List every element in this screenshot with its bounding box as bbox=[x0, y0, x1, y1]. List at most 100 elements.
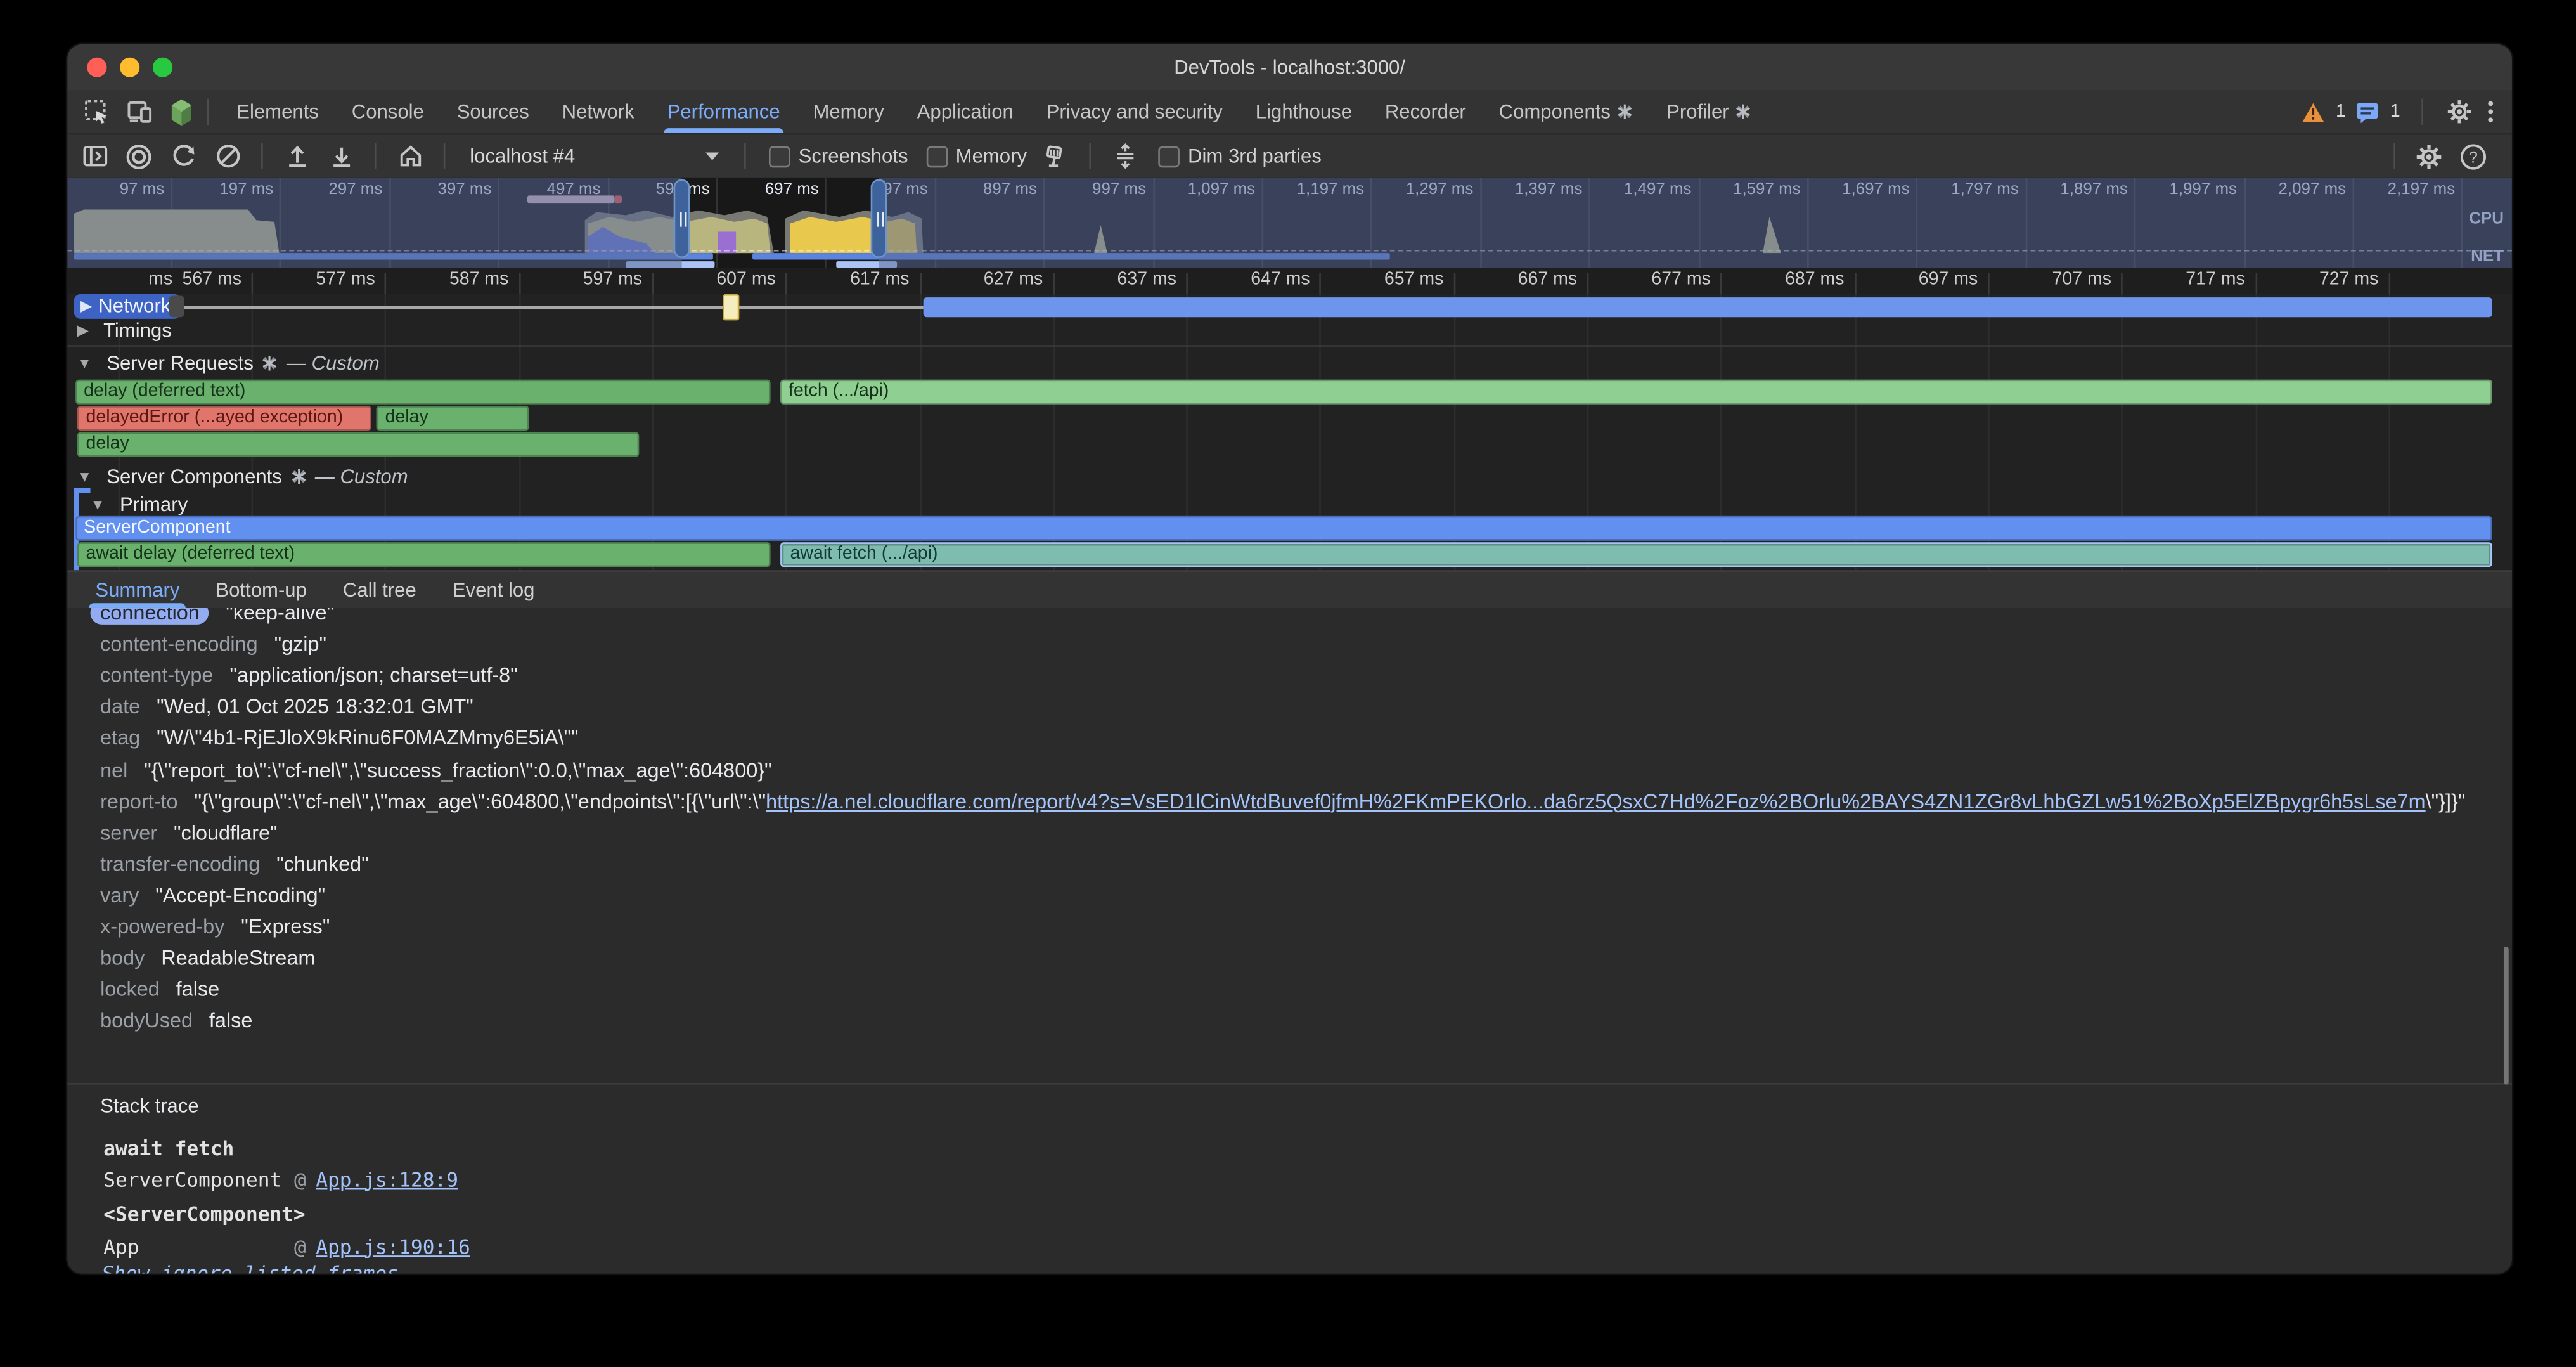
settings-gear-icon[interactable] bbox=[2445, 98, 2473, 126]
tab-recorder[interactable]: Recorder bbox=[1368, 91, 1483, 133]
header-key: server bbox=[100, 821, 157, 844]
save-profile-icon[interactable] bbox=[327, 142, 355, 170]
header-key: connection bbox=[91, 608, 210, 625]
track-drag-handle[interactable] bbox=[169, 296, 184, 318]
record-and-reload-icon[interactable] bbox=[169, 142, 197, 170]
divider bbox=[2421, 99, 2423, 125]
details-tab-event-log[interactable]: Event log bbox=[434, 572, 553, 608]
ruler-tick-label: 627 ms bbox=[948, 269, 1043, 289]
tab-components[interactable]: Components bbox=[1483, 91, 1650, 133]
dim-3rd-parties-checkbox[interactable] bbox=[1158, 145, 1180, 167]
toggle-sidebar-icon[interactable] bbox=[80, 142, 108, 170]
timeline-bar[interactable]: fetch (.../api) bbox=[780, 380, 2492, 405]
ruler-tick-label: 617 ms bbox=[814, 269, 909, 289]
memory-checkbox[interactable] bbox=[926, 145, 948, 167]
timeline-bar[interactable]: delay bbox=[78, 432, 639, 457]
collapse-tracks-icon[interactable] bbox=[1111, 142, 1138, 170]
timeline-bar-label: await fetch (.../api) bbox=[790, 544, 938, 564]
track-header-server-components[interactable]: ▼Server Components— Custom bbox=[77, 465, 408, 488]
tab-sources[interactable]: Sources bbox=[441, 91, 546, 133]
header-value: "chunked" bbox=[276, 853, 369, 876]
group-header-primary[interactable]: ▼Primary bbox=[91, 493, 188, 516]
overview-left-handle[interactable] bbox=[674, 179, 690, 258]
screenshots-checkbox[interactable] bbox=[769, 145, 790, 167]
custom-suffix: — Custom bbox=[315, 465, 408, 488]
collect-garbage-icon[interactable] bbox=[1041, 142, 1069, 170]
clear-icon[interactable] bbox=[214, 142, 242, 170]
tab-profiler[interactable]: Profiler bbox=[1650, 91, 1768, 133]
header-key: x-powered-by bbox=[100, 916, 224, 938]
issues-icon[interactable] bbox=[2355, 98, 2380, 126]
net-lane-label: NET bbox=[2471, 248, 2504, 266]
divider bbox=[261, 143, 263, 169]
details-tab-label: Bottom-up bbox=[216, 578, 306, 601]
network-request-bar[interactable] bbox=[923, 297, 2492, 317]
tab-elements[interactable]: Elements bbox=[220, 91, 335, 133]
home-icon[interactable] bbox=[396, 142, 424, 170]
stack-frame: ServerComponent@App.js:128:9 bbox=[103, 1163, 458, 1195]
header-value: false bbox=[209, 1009, 252, 1032]
details-tab-summary[interactable]: Summary bbox=[77, 572, 198, 608]
timeline-bar-label: fetch (.../api) bbox=[789, 381, 889, 401]
tab-label: Recorder bbox=[1385, 100, 1466, 123]
timeline-bar[interactable]: delay bbox=[377, 406, 529, 431]
tab-performance[interactable]: Performance bbox=[651, 91, 797, 133]
timeline-bar[interactable]: await delay (deferred text) bbox=[78, 542, 771, 567]
header-key: content-encoding bbox=[100, 633, 258, 656]
details-tab-call-tree[interactable]: Call tree bbox=[325, 572, 434, 608]
cpu-lane-label: CPU bbox=[2469, 211, 2504, 229]
disclosure-triangle-icon: ▼ bbox=[91, 496, 105, 513]
timeline-tracks[interactable]: ▶Network▶Timings ▼Server Requests— Custom… bbox=[67, 294, 2512, 570]
tab-lighthouse[interactable]: Lighthouse bbox=[1239, 91, 1368, 133]
header-row: vary"Accept-Encoding" bbox=[100, 880, 2463, 911]
history-select-value: localhost #4 bbox=[470, 145, 575, 167]
kebab-menu-icon[interactable] bbox=[2482, 98, 2499, 126]
details-tab-bottom-up[interactable]: Bottom-up bbox=[198, 572, 325, 608]
tab-label: Console bbox=[352, 100, 424, 123]
help-icon[interactable]: ? bbox=[2459, 142, 2487, 170]
tab-application[interactable]: Application bbox=[901, 91, 1030, 133]
header-key: locked bbox=[100, 978, 160, 1001]
panel-tabs: Elements Console SourcesNetworkPerformance… bbox=[220, 91, 1768, 133]
overview-right-handle[interactable] bbox=[871, 179, 887, 258]
history-select[interactable]: localhost #4 bbox=[463, 141, 726, 171]
summary-scrollbar-thumb[interactable] bbox=[2504, 947, 2509, 1085]
timeline-bar[interactable]: delay (deferred text) bbox=[75, 380, 771, 405]
ruler-tick-label: 597 ms bbox=[547, 269, 642, 289]
load-profile-icon[interactable] bbox=[283, 142, 311, 170]
warnings-count: 1 bbox=[2336, 102, 2346, 122]
network-request-marker[interactable] bbox=[723, 294, 738, 320]
stack-frame-title: await fetch bbox=[103, 1136, 234, 1159]
tab-console[interactable]: Console bbox=[335, 91, 441, 133]
track-header-network[interactable]: ▶Network bbox=[74, 294, 181, 319]
timeline-overview[interactable]: 97 ms197 ms297 ms397 ms497 ms597 ms697 m… bbox=[67, 178, 2512, 268]
tab-network[interactable]: Network bbox=[546, 91, 651, 133]
svg-text:?: ? bbox=[2469, 148, 2478, 165]
stack-frame-location-link[interactable]: App.js:128:9 bbox=[316, 1168, 458, 1191]
track-header-timings[interactable]: ▶Timings bbox=[77, 319, 172, 342]
record-icon[interactable] bbox=[125, 142, 153, 170]
ruler-tick bbox=[1187, 273, 1188, 294]
header-value: "gzip" bbox=[274, 633, 326, 656]
header-value: "cloudflare" bbox=[174, 821, 277, 844]
timeline-bar-label: delay bbox=[385, 408, 428, 427]
ruler-tick-label: 637 ms bbox=[1081, 269, 1176, 289]
inspect-element-icon[interactable] bbox=[82, 98, 110, 126]
timeline-bar[interactable]: ServerComponent bbox=[75, 516, 2492, 541]
tab-privacy-and-security[interactable]: Privacy and security bbox=[1030, 91, 1239, 133]
details-tab-label: Call tree bbox=[343, 578, 416, 601]
tab-label: Privacy and security bbox=[1046, 100, 1223, 123]
timeline-bar[interactable]: await fetch (.../api) bbox=[780, 542, 2492, 567]
tab-memory[interactable]: Memory bbox=[797, 91, 901, 133]
header-value-pre: "{\"group\":\"cf-nel\",\"max_age\":60480… bbox=[194, 790, 766, 813]
header-row: bodyUsedfalse bbox=[100, 1006, 2463, 1037]
timeline-bar[interactable]: delayedError (...ayed exception) bbox=[78, 406, 372, 431]
stack-frame-location-link[interactable]: App.js:190:16 bbox=[316, 1235, 470, 1258]
toggle-device-toolbar-icon[interactable] bbox=[125, 98, 153, 126]
capture-settings-gear-icon[interactable] bbox=[2415, 142, 2443, 170]
header-value: "{\"group\":\"cf-nel\",\"max_age\":60480… bbox=[194, 790, 2465, 813]
track-header-server-requests[interactable]: ▼Server Requests— Custom bbox=[77, 352, 380, 375]
warnings-icon[interactable] bbox=[2302, 98, 2326, 126]
show-ignore-listed-frames-link[interactable]: Show ignore-listed frames bbox=[102, 1262, 399, 1274]
report-to-url-link[interactable]: https://a.nel.cloudflare.com/report/v4?s… bbox=[766, 790, 2425, 813]
